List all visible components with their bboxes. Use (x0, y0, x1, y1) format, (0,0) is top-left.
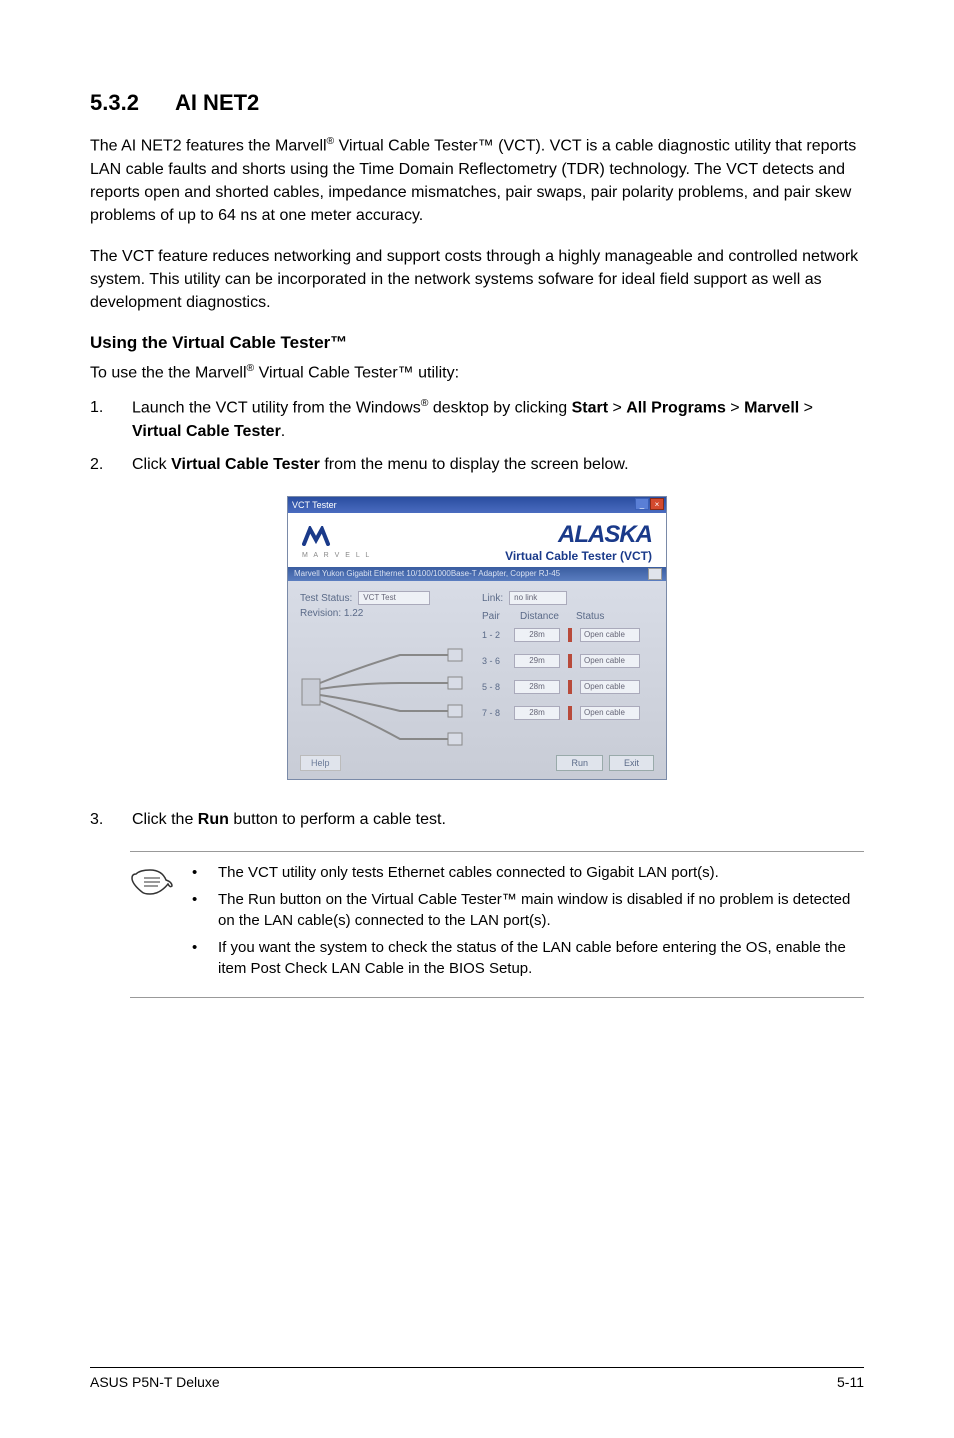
steps-list-continued: 3. Click the Run button to perform a cab… (90, 808, 864, 831)
divider-icon (568, 654, 572, 668)
step-2: 2. Click Virtual Cable Tester from the m… (90, 453, 864, 476)
pair-label: 7 - 8 (482, 708, 506, 718)
hdr-pair: Pair (482, 611, 506, 622)
link-label: Link: (482, 593, 503, 604)
step-3: 3. Click the Run button to perform a cab… (90, 808, 864, 831)
band-dropdown-icon[interactable] (648, 568, 662, 580)
link-value: no link (509, 591, 567, 605)
steps-list: 1. Launch the VCT utility from the Windo… (90, 396, 864, 476)
titlebar-buttons: _ × (635, 498, 664, 510)
link-row: Link: no link (482, 591, 654, 605)
adapter-text: Marvell Yukon Gigabit Ethernet 10/100/10… (294, 569, 560, 578)
window-title: VCT Tester (292, 500, 337, 510)
note-block: •The VCT utility only tests Ethernet cab… (130, 851, 864, 998)
section-heading: 5.3.2 AI NET2 (90, 90, 864, 116)
run-button[interactable]: Run (556, 755, 603, 771)
adapter-band: Marvell Yukon Gigabit Ethernet 10/100/10… (288, 567, 666, 581)
divider-icon (568, 706, 572, 720)
result-row: 5 - 8 28m Open cable (482, 680, 654, 694)
alaska-logo: ALASKA (505, 521, 652, 549)
note-item: •If you want the system to check the sta… (192, 937, 864, 979)
footer-page-number: 5-11 (837, 1374, 864, 1390)
usage-intro: To use the the Marvell® Virtual Cable Te… (90, 361, 864, 385)
vct-window: VCT Tester _ × M A R V E L L ALASKA Virt… (287, 496, 667, 780)
result-row: 1 - 2 28m Open cable (482, 628, 654, 642)
window-footer: Help Run Exit (300, 747, 654, 771)
footer-product: ASUS P5N-T Deluxe (90, 1374, 220, 1390)
distance-value: 28m (514, 680, 560, 694)
screenshot-container: VCT Tester _ × M A R V E L L ALASKA Virt… (90, 496, 864, 780)
help-button[interactable]: Help (300, 755, 341, 771)
result-row: 3 - 6 29m Open cable (482, 654, 654, 668)
result-row: 7 - 8 28m Open cable (482, 706, 654, 720)
hdr-status: Status (576, 611, 618, 622)
note-bullets: •The VCT utility only tests Ethernet cab… (192, 862, 864, 985)
version-label: Revision: 1.22 (300, 608, 470, 619)
note-icon (130, 862, 174, 985)
note-item: •The VCT utility only tests Ethernet cab… (192, 862, 864, 883)
window-titlebar: VCT Tester _ × (288, 497, 666, 513)
pair-label: 1 - 2 (482, 630, 506, 640)
step-1: 1. Launch the VCT utility from the Windo… (90, 396, 864, 443)
subsection-heading: Using the Virtual Cable Tester™ (90, 333, 864, 353)
exit-button[interactable]: Exit (609, 755, 654, 771)
status-value: Open cable (580, 680, 640, 694)
minimize-button[interactable]: _ (635, 498, 649, 510)
distance-value: 28m (514, 628, 560, 642)
intro-paragraph-1: The AI NET2 features the Marvell® Virtua… (90, 134, 864, 227)
intro-paragraph-2: The VCT feature reduces networking and s… (90, 245, 864, 315)
cable-diagram (300, 637, 470, 747)
divider-icon (568, 628, 572, 642)
hdr-distance: Distance (520, 611, 562, 622)
close-button[interactable]: × (650, 498, 664, 510)
marvell-text: M A R V E L L (302, 552, 371, 559)
vct-header-label: Virtual Cable Tester (VCT) (505, 549, 652, 563)
note-item: •The Run button on the Virtual Cable Tes… (192, 889, 864, 931)
pair-label: 5 - 8 (482, 682, 506, 692)
status-value: Open cable (580, 654, 640, 668)
test-status-value: VCT Test (358, 591, 430, 605)
window-header: M A R V E L L ALASKA Virtual Cable Teste… (288, 513, 666, 567)
test-status-label: Test Status: (300, 593, 352, 604)
marvell-logo (302, 526, 371, 552)
section-number: 5.3.2 (90, 90, 139, 116)
pair-label: 3 - 6 (482, 656, 506, 666)
test-status-row: Test Status: VCT Test (300, 591, 470, 605)
marvell-logo-icon (302, 526, 340, 546)
distance-value: 28m (514, 706, 560, 720)
status-value: Open cable (580, 706, 640, 720)
page-footer: ASUS P5N-T Deluxe 5-11 (90, 1367, 864, 1390)
section-title: AI NET2 (175, 90, 259, 115)
result-headers: Pair Distance Status (482, 611, 654, 622)
distance-value: 29m (514, 654, 560, 668)
divider-icon (568, 680, 572, 694)
status-value: Open cable (580, 628, 640, 642)
window-body: Test Status: VCT Test Revision: 1.22 (288, 581, 666, 779)
